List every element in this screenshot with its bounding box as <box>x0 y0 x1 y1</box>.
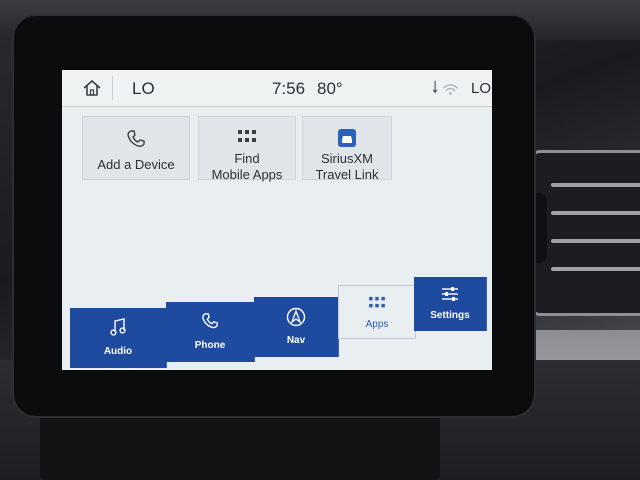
nav-label: Apps <box>365 319 389 330</box>
phone-icon <box>202 313 218 329</box>
infotainment-screen: LO 7:56 80° LO Add a Device Find Mobile … <box>62 70 492 370</box>
air-vent <box>530 150 640 316</box>
driver-temp[interactable]: LO <box>132 79 155 99</box>
bottom-nav-bar: Audio Phone Nav Apps Settings <box>70 277 487 370</box>
music-note-icon <box>110 318 126 336</box>
vent-slat <box>551 183 640 187</box>
car-icon <box>338 129 356 147</box>
wifi-signal-icon <box>432 80 459 95</box>
passenger-temp[interactable]: LO <box>471 80 491 97</box>
vent-slat <box>551 267 640 271</box>
sliders-icon <box>442 287 458 301</box>
app-label: Mobile Apps <box>211 167 283 182</box>
nav-label: Nav <box>286 335 306 346</box>
app-label: Travel Link <box>315 167 379 182</box>
vent-slat <box>551 239 640 243</box>
phone-icon <box>127 130 145 147</box>
outside-temp: 80° <box>317 79 343 98</box>
app-find-mobile-apps[interactable]: Find Mobile Apps <box>198 116 296 182</box>
nav-nav[interactable]: Nav <box>254 297 339 357</box>
grid-icon <box>369 296 385 308</box>
app-label: Find <box>234 151 260 166</box>
nav-label: Audio <box>103 346 133 357</box>
clock: 7:56 <box>272 79 306 98</box>
app-label: Add a Device <box>97 157 175 172</box>
app-siriusxm-travel-link[interactable]: SiriusXM Travel Link <box>302 116 392 182</box>
nav-label: Settings <box>430 310 470 321</box>
nav-settings[interactable]: Settings <box>414 277 487 331</box>
app-label: SiriusXM <box>320 151 373 166</box>
home-button[interactable] <box>72 76 113 100</box>
navigation-arrow-icon <box>286 307 306 327</box>
home-icon <box>83 79 101 96</box>
app-add-a-device[interactable]: Add a Device <box>82 116 190 180</box>
nav-audio[interactable]: Audio <box>70 308 167 368</box>
grid-icon <box>238 130 256 142</box>
nav-apps[interactable]: Apps <box>338 285 416 339</box>
status-bar: LO 7:56 80° LO <box>62 70 492 107</box>
vent-slat <box>551 211 640 215</box>
nav-phone[interactable]: Phone <box>166 302 255 362</box>
nav-label: Phone <box>194 340 226 351</box>
